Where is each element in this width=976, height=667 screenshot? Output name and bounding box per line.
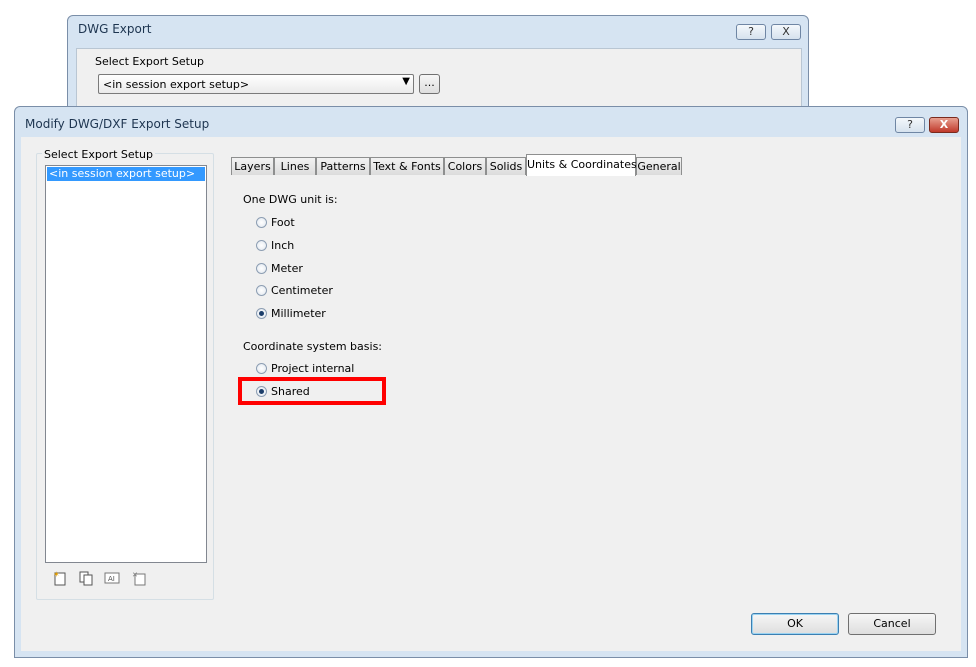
close-button[interactable]: X: [929, 117, 959, 133]
list-item[interactable]: <in session export setup>: [47, 167, 205, 181]
millimeter-label: Millimeter: [271, 307, 326, 320]
radio-millimeter[interactable]: [256, 308, 267, 319]
radio-inch[interactable]: [256, 240, 267, 251]
svg-text:✶: ✶: [53, 570, 60, 579]
foot-label: Foot: [271, 216, 295, 229]
chevron-down-icon: ▼: [402, 76, 410, 87]
duplicate-setup-icon[interactable]: [78, 570, 94, 586]
radio-meter[interactable]: [256, 263, 267, 274]
radio-project-internal[interactable]: [256, 363, 267, 374]
highlight-box: [238, 377, 386, 405]
svg-text:AI: AI: [108, 575, 115, 583]
tab-text-fonts[interactable]: Text & Fonts: [370, 157, 444, 175]
select-export-setup-label: Select Export Setup: [93, 55, 206, 68]
tab-colors[interactable]: Colors: [444, 157, 486, 175]
tab-patterns[interactable]: Patterns: [316, 157, 370, 175]
inch-label: Inch: [271, 239, 295, 252]
svg-text:✕: ✕: [132, 571, 138, 579]
dropdown-value: <in session export setup>: [103, 78, 250, 91]
project-internal-label: Project internal: [271, 362, 355, 375]
dialog-title: Modify DWG/DXF Export Setup: [25, 117, 210, 131]
delete-setup-icon[interactable]: ✕: [131, 570, 147, 586]
radio-foot[interactable]: [256, 217, 267, 228]
radio-centimeter[interactable]: [256, 285, 267, 296]
window-title: DWG Export: [78, 22, 152, 36]
tab-lines[interactable]: Lines: [274, 157, 316, 175]
cancel-button[interactable]: Cancel: [848, 613, 936, 635]
close-button[interactable]: X: [771, 24, 801, 40]
dwg-export-window: DWG Export ? X Select Export Setup <in s…: [67, 15, 809, 115]
browse-button[interactable]: ...: [419, 74, 440, 94]
select-export-setup-label: Select Export Setup: [42, 148, 155, 161]
export-setup-panel: Select Export Setup <in session export s…: [76, 48, 802, 108]
help-button[interactable]: ?: [895, 117, 925, 133]
centimeter-label: Centimeter: [271, 284, 333, 297]
tab-solids[interactable]: Solids: [486, 157, 526, 175]
tab-units-coordinates[interactable]: Units & Coordinates: [526, 154, 637, 176]
help-button[interactable]: ?: [736, 24, 766, 40]
coordinate-heading: Coordinate system basis:: [243, 340, 383, 353]
ok-button[interactable]: OK: [751, 613, 839, 635]
units-heading: One DWG unit is:: [243, 193, 338, 206]
tab-general[interactable]: General: [636, 157, 682, 175]
tab-layers[interactable]: Layers: [231, 157, 274, 175]
rename-setup-icon[interactable]: AI: [104, 570, 120, 586]
meter-label: Meter: [271, 262, 303, 275]
setup-list[interactable]: <in session export setup>: [45, 165, 207, 563]
export-setup-dropdown[interactable]: <in session export setup> ▼: [98, 74, 414, 94]
new-setup-icon[interactable]: ✶: [52, 570, 68, 586]
